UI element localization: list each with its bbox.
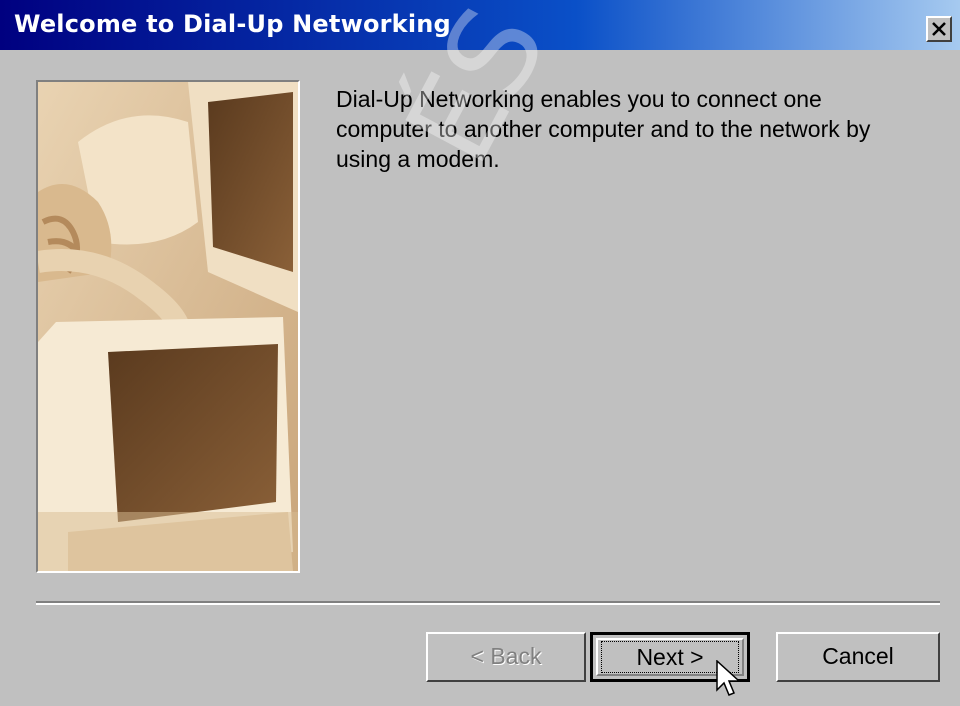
wizard-window: Welcome to Dial-Up Networking Dial-Up Ne… bbox=[0, 0, 960, 706]
back-button[interactable]: < Back bbox=[426, 632, 586, 682]
back-button-label: < Back bbox=[470, 643, 542, 669]
title-bar: Welcome to Dial-Up Networking bbox=[0, 0, 960, 50]
window-title: Welcome to Dial-Up Networking bbox=[14, 10, 451, 38]
arrow-cursor-icon bbox=[716, 659, 742, 705]
wizard-description: Dial-Up Networking enables you to connec… bbox=[336, 86, 871, 172]
cancel-button-label: Cancel bbox=[822, 643, 894, 669]
computers-modem-image bbox=[38, 82, 298, 571]
wizard-illustration bbox=[36, 80, 300, 573]
cancel-button[interactable]: Cancel bbox=[776, 632, 940, 682]
separator bbox=[36, 601, 940, 605]
close-button[interactable] bbox=[926, 16, 952, 42]
close-icon bbox=[932, 22, 946, 36]
